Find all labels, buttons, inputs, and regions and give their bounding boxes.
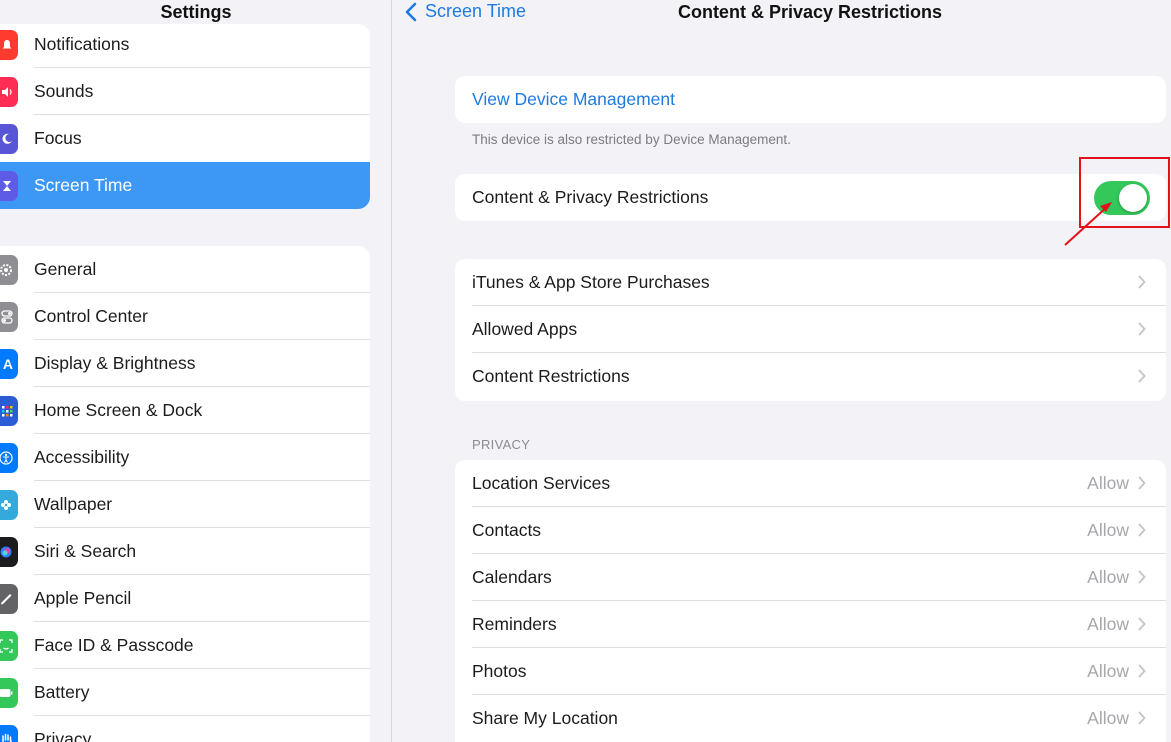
sidebar-item-label: Battery — [34, 682, 90, 702]
sidebar-item-apple-pencil[interactable]: Apple Pencil — [0, 575, 370, 622]
reminders-row[interactable]: Reminders Allow — [455, 601, 1166, 648]
device-management-card: View Device Management — [455, 76, 1166, 123]
chevron-right-icon — [1138, 711, 1146, 725]
chevron-right-icon — [1138, 322, 1146, 336]
row-value: Allow — [1087, 473, 1129, 493]
accessibility-icon — [0, 443, 18, 473]
sidebar-item-sounds[interactable]: Sounds — [0, 68, 370, 115]
sidebar-item-label: Siri & Search — [34, 541, 137, 561]
speaker-icon — [0, 77, 18, 107]
allowed-apps-row[interactable]: Allowed Apps — [455, 306, 1166, 353]
moon-icon — [0, 124, 18, 154]
content-restrictions-row[interactable]: Content Restrictions — [455, 353, 1166, 400]
sidebar-item-label: Home Screen & Dock — [34, 400, 203, 420]
location-services-row[interactable]: Location Services Allow — [455, 460, 1166, 507]
sidebar-group-general: General Control Center A Display & Brigh… — [0, 246, 370, 742]
sidebar-item-display-brightness[interactable]: A Display & Brightness — [0, 340, 370, 387]
privacy-section-header: PRIVACY — [472, 437, 531, 452]
itunes-app-store-purchases-row[interactable]: iTunes & App Store Purchases — [455, 259, 1166, 306]
sidebar-item-notifications[interactable]: Notifications — [0, 24, 370, 68]
row-label: Content Restrictions — [472, 366, 630, 386]
row-value: Allow — [1087, 708, 1129, 728]
share-my-location-row[interactable]: Share My Location Allow — [455, 695, 1166, 742]
restrictions-label: Content & Privacy Restrictions — [472, 187, 709, 207]
gear-icon — [0, 255, 18, 285]
sidebar-item-label: Wallpaper — [34, 494, 113, 514]
annotation-arrow-icon — [1064, 202, 1112, 246]
battery-icon — [0, 678, 18, 708]
chevron-left-icon — [405, 2, 417, 21]
sidebar-item-label: Focus — [34, 128, 82, 148]
siri-icon — [0, 537, 18, 567]
sidebar-item-general[interactable]: General — [0, 246, 370, 293]
row-label: Photos — [472, 661, 527, 681]
privacy-settings-card: Location Services Allow Contacts Allow C… — [455, 460, 1166, 742]
sidebar-item-label: Face ID & Passcode — [34, 635, 194, 655]
display-icon: A — [0, 349, 18, 379]
pencil-icon — [0, 584, 18, 614]
row-value: Allow — [1087, 520, 1129, 540]
sidebar-item-control-center[interactable]: Control Center — [0, 293, 370, 340]
chevron-right-icon — [1138, 275, 1146, 289]
hourglass-icon — [0, 171, 18, 201]
sidebar-item-privacy[interactable]: Privacy — [0, 716, 370, 742]
sidebar-item-focus[interactable]: Focus — [0, 115, 370, 162]
settings-sidebar: Settings Notifications Sounds Focus Scre… — [0, 0, 392, 742]
chevron-right-icon — [1138, 369, 1146, 383]
row-label: Reminders — [472, 614, 557, 634]
chevron-right-icon — [1138, 664, 1146, 678]
row-label: Contacts — [472, 520, 542, 540]
page-title: Content & Privacy Restrictions — [677, 2, 943, 22]
sidebar-item-accessibility[interactable]: Accessibility — [0, 434, 370, 481]
toggles-icon — [0, 302, 18, 332]
sidebar-item-label: Sounds — [34, 81, 94, 101]
row-label: iTunes & App Store Purchases — [472, 272, 710, 292]
device-management-note: This device is also restricted by Device… — [472, 132, 791, 147]
back-button-label: Screen Time — [425, 1, 527, 21]
sidebar-item-battery[interactable]: Battery — [0, 669, 370, 716]
sidebar-item-screen-time[interactable]: Screen Time — [0, 162, 370, 209]
row-value: Allow — [1087, 567, 1129, 587]
chevron-right-icon — [1138, 570, 1146, 584]
view-device-management-link[interactable]: View Device Management — [455, 76, 1166, 123]
row-label: Calendars — [472, 567, 552, 587]
sidebar-item-home-screen-dock[interactable]: Home Screen & Dock — [0, 387, 370, 434]
row-value: Allow — [1087, 614, 1129, 634]
chevron-right-icon — [1138, 523, 1146, 537]
sidebar-item-label: Accessibility — [34, 447, 130, 467]
photos-row[interactable]: Photos Allow — [455, 648, 1166, 695]
store-settings-card: iTunes & App Store Purchases Allowed App… — [455, 259, 1166, 401]
sidebar-item-label: Screen Time — [34, 175, 133, 195]
sidebar-item-face-id-passcode[interactable]: Face ID & Passcode — [0, 622, 370, 669]
chevron-right-icon — [1138, 617, 1146, 631]
contacts-row[interactable]: Contacts Allow — [455, 507, 1166, 554]
row-label: Share My Location — [472, 708, 618, 728]
sidebar-item-label: Notifications — [34, 34, 130, 54]
faceid-icon — [0, 631, 18, 661]
row-value: Allow — [1087, 661, 1129, 681]
row-label: Location Services — [472, 473, 611, 493]
flower-icon — [0, 490, 18, 520]
sidebar-item-siri-search[interactable]: Siri & Search — [0, 528, 370, 575]
sidebar-item-label: Apple Pencil — [34, 588, 132, 608]
view-device-management-label: View Device Management — [472, 89, 675, 109]
hand-icon — [0, 725, 18, 742]
chevron-right-icon — [1138, 476, 1146, 490]
bell-icon — [0, 30, 18, 60]
sidebar-item-label: Privacy — [34, 729, 92, 742]
grid-icon — [0, 396, 18, 426]
sidebar-group-notifications: Notifications Sounds Focus Screen Time — [0, 24, 370, 209]
back-button[interactable]: Screen Time — [405, 1, 526, 22]
sidebar-item-label: Display & Brightness — [34, 353, 196, 373]
sidebar-item-label: Control Center — [34, 306, 148, 326]
sidebar-item-wallpaper[interactable]: Wallpaper — [0, 481, 370, 528]
row-label: Allowed Apps — [472, 319, 578, 339]
sidebar-title: Settings — [160, 2, 232, 22]
calendars-row[interactable]: Calendars Allow — [455, 554, 1166, 601]
sidebar-item-label: General — [34, 259, 97, 279]
